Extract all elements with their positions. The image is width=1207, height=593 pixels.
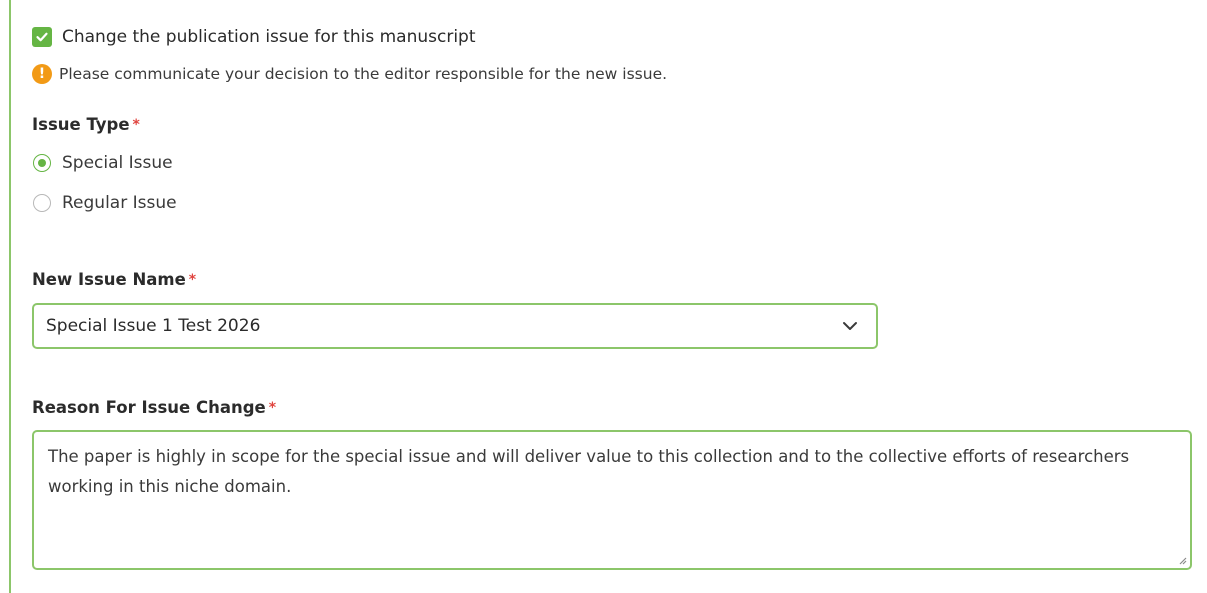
warning-message: ! Please communicate your decision to th… [32, 64, 667, 84]
radio-selected-dot [38, 159, 46, 167]
change-issue-checkbox[interactable] [32, 27, 52, 47]
required-marker: * [188, 272, 197, 288]
reason-textarea[interactable]: The paper is highly in scope for the spe… [32, 430, 1192, 570]
required-marker: * [268, 400, 277, 416]
required-marker: * [132, 117, 140, 133]
radio-regular-issue[interactable]: Regular Issue [33, 193, 177, 213]
reason-label: Reason For Issue Change * [32, 398, 276, 417]
left-border-rule [9, 0, 11, 593]
radio-special-issue-label[interactable]: Special Issue [62, 153, 173, 173]
reason-textarea-value: The paper is highly in scope for the spe… [48, 447, 1130, 496]
issue-type-label: Issue Type * [32, 115, 140, 134]
reason-label-text: Reason For Issue Change [32, 398, 266, 417]
new-issue-name-select[interactable]: Special Issue 1 Test 2026 [32, 303, 878, 349]
checkmark-icon [36, 32, 48, 42]
warning-text: Please communicate your decision to the … [59, 65, 668, 83]
change-issue-checkbox-label[interactable]: Change the publication issue for this ma… [62, 27, 476, 47]
new-issue-name-label-text: New Issue Name [32, 270, 186, 289]
new-issue-name-selected-value: Special Issue 1 Test 2026 [46, 316, 261, 336]
new-issue-name-label: New Issue Name * [32, 270, 196, 289]
radio-regular-issue-control[interactable] [33, 194, 51, 212]
issue-type-label-text: Issue Type [32, 115, 130, 134]
issue-change-form: Change the publication issue for this ma… [0, 0, 1207, 593]
exclamation-circle-icon: ! [32, 64, 52, 84]
change-issue-checkbox-row[interactable]: Change the publication issue for this ma… [32, 27, 476, 47]
radio-regular-issue-label[interactable]: Regular Issue [62, 193, 177, 213]
radio-special-issue-control[interactable] [33, 154, 51, 172]
resize-handle-icon[interactable] [1177, 555, 1187, 565]
chevron-down-icon [843, 322, 857, 330]
radio-special-issue[interactable]: Special Issue [33, 153, 173, 173]
